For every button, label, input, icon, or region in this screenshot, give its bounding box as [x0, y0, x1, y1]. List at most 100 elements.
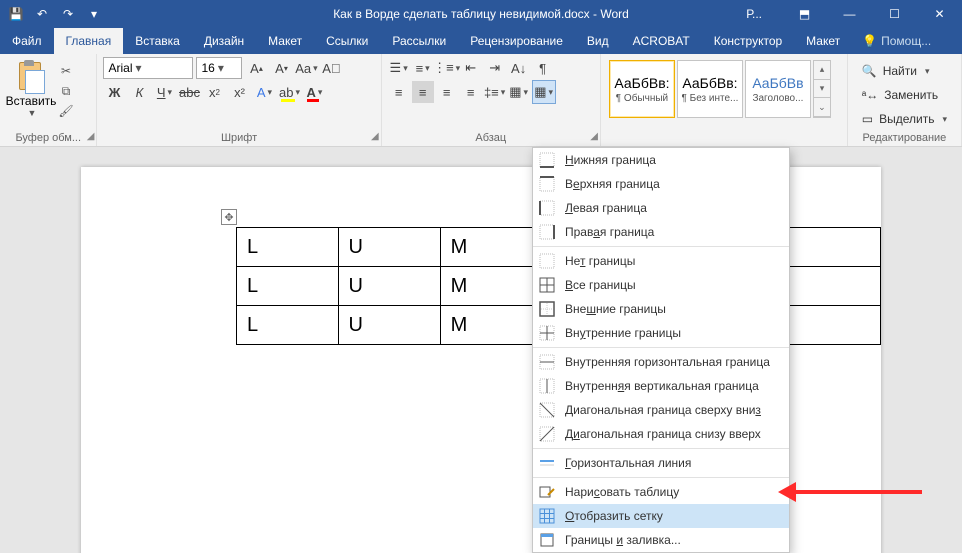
undo-button[interactable]: ↶ [30, 2, 54, 26]
find-button[interactable]: 🔍Найти▾ [862, 60, 947, 82]
styles-gallery-scroll[interactable]: ▴ ▾ ⌄ [813, 60, 831, 118]
align-center-button[interactable]: ≡ [412, 81, 434, 103]
menu-horizontal-line[interactable]: Горизонтальная линия [533, 451, 789, 475]
copy-button[interactable]: ⧉ [56, 82, 76, 100]
menu-view-gridlines[interactable]: Отобразить сетку [533, 504, 789, 528]
shrink-font-button[interactable]: A▾ [270, 57, 292, 79]
tab-review[interactable]: Рецензирование [458, 28, 575, 54]
paste-button[interactable]: Вставить ▼ [6, 56, 56, 120]
text-effects-button[interactable]: A▾ [253, 81, 275, 103]
menu-border-left[interactable]: Левая граница [533, 196, 789, 220]
menu-border-top[interactable]: Верхняя граница [533, 172, 789, 196]
table-cell[interactable]: L [237, 267, 339, 306]
tab-mailings[interactable]: Рассылки [380, 28, 458, 54]
tab-home[interactable]: Главная [54, 28, 124, 54]
tab-view[interactable]: Вид [575, 28, 621, 54]
ribbon-options-button[interactable]: ⬒ [782, 0, 827, 28]
style-normal[interactable]: АаБбВв: ¶ Обычный [609, 60, 675, 118]
save-button[interactable]: 💾 [4, 2, 28, 26]
table-cell[interactable]: L [237, 228, 339, 267]
multilevel-list-button[interactable]: ⋮≡▾ [436, 57, 458, 79]
show-marks-button[interactable]: ¶ [532, 57, 554, 79]
borders-button[interactable]: ▦▾ [532, 80, 556, 104]
decrease-indent-button[interactable]: ⇤ [460, 57, 482, 79]
increase-indent-button[interactable]: ⇥ [484, 57, 506, 79]
menu-border-all[interactable]: Все границы [533, 273, 789, 297]
sort-button[interactable]: A↓ [508, 57, 530, 79]
menu-border-bottom[interactable]: ННижняя границаижняя граница [533, 148, 789, 172]
font-size-combo[interactable]: 16▾ [196, 57, 242, 79]
bullets-button[interactable]: ☰▾ [388, 57, 410, 79]
select-button[interactable]: ▭Выделить▾ [862, 108, 947, 130]
tab-table-design[interactable]: Конструктор [702, 28, 794, 54]
table-cell[interactable]: U [338, 306, 440, 345]
chevron-down-icon[interactable]: ▾ [814, 80, 830, 99]
minimize-button[interactable]: — [827, 0, 872, 28]
gridlines-icon [539, 508, 555, 524]
window-title: Как в Ворде сделать таблицу невидимой.do… [333, 7, 629, 21]
highlight-button[interactable]: ab▾ [278, 81, 300, 103]
menu-border-diag-up[interactable]: Диагональная граница снизу вверх [533, 422, 789, 446]
table-cell[interactable]: M [440, 306, 542, 345]
style-no-spacing[interactable]: АаБбВв: ¶ Без инте... [677, 60, 743, 118]
tab-acrobat[interactable]: ACROBAT [621, 28, 702, 54]
close-button[interactable]: ✕ [917, 0, 962, 28]
menu-draw-table[interactable]: Нарисовать таблицу [533, 480, 789, 504]
menu-border-inside[interactable]: Внутренние границы [533, 321, 789, 345]
shading-button[interactable]: ▦▾ [508, 81, 530, 103]
style-heading1[interactable]: АаБбВв Заголово... [745, 60, 811, 118]
numbering-button[interactable]: ≡▾ [412, 57, 434, 79]
subscript-button[interactable]: x2 [203, 81, 225, 103]
font-color-button[interactable]: A▾ [303, 81, 325, 103]
clear-formatting-button[interactable]: A⃪ [320, 57, 342, 79]
menu-border-inside-h[interactable]: Внутренняя горизонтальная граница [533, 350, 789, 374]
expand-gallery-icon[interactable]: ⌄ [814, 98, 830, 117]
underline-button[interactable]: Ч▾ [153, 81, 175, 103]
tab-table-layout[interactable]: Макет [794, 28, 852, 54]
paste-icon [15, 60, 47, 92]
grow-font-button[interactable]: A▴ [245, 57, 267, 79]
italic-button[interactable]: К [128, 81, 150, 103]
tab-file[interactable]: Файл [0, 28, 54, 54]
dialog-launcher-icon[interactable]: ◢ [87, 131, 95, 142]
table-cell[interactable]: U [338, 267, 440, 306]
menu-border-inside-v[interactable]: Внутренняя вертикальная граница [533, 374, 789, 398]
menu-border-none[interactable]: Нет границы [533, 249, 789, 273]
tab-design[interactable]: Дизайн [192, 28, 256, 54]
maximize-button[interactable]: ☐ [872, 0, 917, 28]
line-spacing-button[interactable]: ‡≡▾ [484, 81, 506, 103]
tab-insert[interactable]: Вставка [123, 28, 192, 54]
replace-button[interactable]: ᵃ↔Заменить [862, 84, 947, 106]
menu-border-right[interactable]: Правая граница [533, 220, 789, 244]
bold-button[interactable]: Ж [103, 81, 125, 103]
align-right-button[interactable]: ≡ [436, 81, 458, 103]
border-none-icon [539, 253, 555, 269]
menu-borders-and-shading[interactable]: Границы и заливка... [533, 528, 789, 552]
font-name-combo[interactable]: Arial▾ [103, 57, 193, 79]
change-case-button[interactable]: Aa▾ [295, 57, 317, 79]
table-cell[interactable]: L [237, 306, 339, 345]
format-painter-button[interactable]: 🖌 [56, 102, 76, 120]
table-move-handle[interactable]: ✥ [221, 209, 237, 225]
menu-border-outside[interactable]: Внешние границы [533, 297, 789, 321]
table-cell[interactable]: M [440, 228, 542, 267]
chevron-up-icon[interactable]: ▴ [814, 61, 830, 80]
paste-label: Вставить [6, 94, 57, 108]
qat-customize[interactable]: ▾ [82, 2, 106, 26]
dialog-launcher-icon[interactable]: ◢ [590, 131, 598, 142]
table-cell[interactable]: M [440, 267, 542, 306]
cut-button[interactable]: ✂ [56, 62, 76, 80]
tab-layout[interactable]: Макет [256, 28, 314, 54]
redo-button[interactable]: ↷ [56, 2, 80, 26]
tell-me[interactable]: 💡 Помощ... [852, 28, 941, 54]
menu-border-diag-down[interactable]: Диагональная граница сверху вниз [533, 398, 789, 422]
tab-references[interactable]: Ссылки [314, 28, 380, 54]
justify-button[interactable]: ≡ [460, 81, 482, 103]
ribbon-tabs: Файл Главная Вставка Дизайн Макет Ссылки… [0, 28, 962, 54]
strikethrough-button[interactable]: abc [178, 81, 200, 103]
border-outside-icon [539, 301, 555, 317]
table-cell[interactable]: U [338, 228, 440, 267]
dialog-launcher-icon[interactable]: ◢ [371, 131, 379, 142]
align-left-button[interactable]: ≡ [388, 81, 410, 103]
superscript-button[interactable]: x² [228, 81, 250, 103]
